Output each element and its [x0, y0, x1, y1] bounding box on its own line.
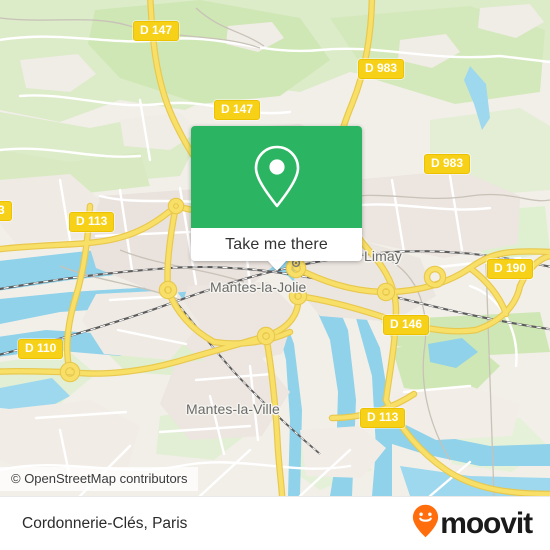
poi-card-action[interactable]: Take me there	[191, 228, 362, 271]
take-me-there-label: Take me there	[225, 235, 328, 253]
road-shield-d113-west: D 113	[69, 212, 115, 232]
road-shield-d147-north: D 147	[133, 21, 180, 41]
road-shield-d190: D 190	[487, 259, 534, 279]
road-shield-d147-mid: D 147	[214, 100, 261, 120]
moovit-pin-smiley-icon	[412, 504, 439, 543]
moovit-logo[interactable]: moovit	[412, 504, 533, 543]
road-shield-partial-left: 3	[0, 201, 12, 221]
road-shield-d113-south: D 113	[360, 408, 406, 428]
poi-card-pointer-tail	[267, 261, 286, 271]
poi-info-card[interactable]: Take me there	[191, 126, 362, 271]
poi-card-header	[191, 126, 362, 228]
page-footer: Cordonnerie-Clés, Paris moovit	[0, 496, 550, 550]
map-canvas[interactable]: Mantes-la-Jolie Limay Mantes-la-Ville D …	[0, 0, 550, 496]
road-shield-d110: D 110	[18, 339, 64, 359]
map-pin-icon	[250, 144, 304, 210]
road-shield-d983-south: D 983	[424, 154, 471, 174]
moovit-map-page: Mantes-la-Jolie Limay Mantes-la-Ville D …	[0, 0, 550, 550]
road-shield-d983-north: D 983	[358, 59, 405, 79]
road-shield-d146: D 146	[383, 315, 430, 335]
openstreetmap-attribution[interactable]: © OpenStreetMap contributors	[0, 467, 198, 491]
moovit-wordmark: moovit	[440, 506, 533, 540]
poi-title: Cordonnerie-Clés, Paris	[22, 514, 188, 532]
